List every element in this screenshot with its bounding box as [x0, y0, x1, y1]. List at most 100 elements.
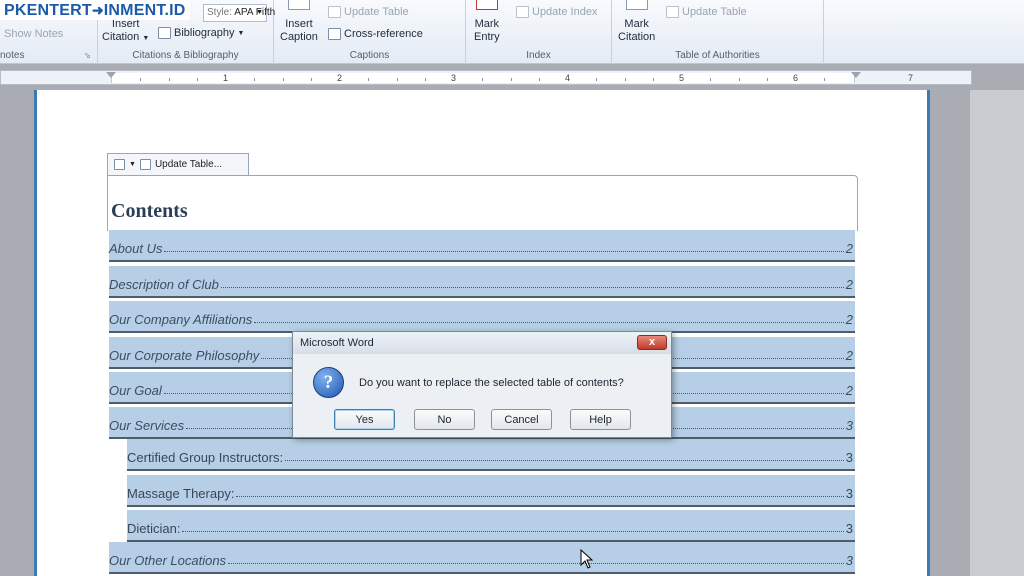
cancel-button[interactable]: Cancel — [491, 409, 552, 430]
insert-caption-label-2: Caption — [280, 31, 318, 43]
ruler-tick — [539, 78, 540, 81]
ruler-number: 1 — [223, 73, 229, 83]
toc-entry[interactable]: Certified Group Instructors: 3 — [127, 439, 855, 471]
toc-entry-text: Our Company Affiliations — [109, 312, 253, 327]
toc-entry-page: 2 — [845, 241, 853, 256]
toc-entry-page: 2 — [845, 312, 853, 327]
show-notes-button[interactable]: Show Notes — [4, 28, 63, 40]
chevron-down-icon[interactable]: ▼ — [129, 161, 136, 168]
ruler-tick — [283, 78, 284, 81]
toc-title: Contents — [111, 200, 188, 222]
toc-entry-text: Our Services — [109, 418, 185, 433]
toc-leader — [228, 563, 844, 564]
mark-entry-button[interactable]: Mark Entry — [474, 0, 500, 44]
dialog-title: Microsoft Word — [300, 337, 374, 349]
ruler-tick — [425, 78, 426, 81]
update-table-authorities-label: Update Table — [682, 6, 747, 18]
yes-button[interactable]: Yes — [334, 409, 395, 430]
ruler-tick — [653, 78, 654, 81]
group-label-citations: Citations & Bibliography — [132, 50, 239, 61]
toc-update-label[interactable]: Update Table... — [155, 159, 222, 170]
ruler-tick — [596, 78, 597, 81]
ruler-number: 3 — [451, 73, 457, 83]
mark-citation-icon — [625, 0, 648, 10]
ruler-tick — [767, 78, 768, 81]
no-button[interactable]: No — [414, 409, 475, 430]
ruler-number: 5 — [679, 73, 685, 83]
toc-leader — [164, 251, 844, 252]
show-notes-label: Show Notes — [4, 28, 64, 40]
document-scroll-area[interactable] — [970, 90, 1024, 576]
update-table-captions-button[interactable]: Update Table — [328, 6, 409, 18]
right-indent-marker[interactable] — [851, 72, 861, 78]
bibliography-button[interactable]: Bibliography ▼ — [158, 27, 244, 39]
toc-entry[interactable]: Our Other Locations 3 — [109, 542, 855, 574]
question-icon: ? — [313, 367, 344, 398]
toc-entry[interactable]: Massage Therapy: 3 — [127, 475, 855, 507]
toc-leader — [220, 287, 844, 288]
toc-entry[interactable]: Our Company Affiliations 2 — [109, 301, 855, 333]
toc-leader — [182, 531, 844, 532]
ruler-tick — [140, 78, 141, 81]
watermark-text: PKENTERT — [4, 2, 92, 19]
toc-update-tab[interactable]: ▼ Update Table... — [107, 153, 249, 175]
ruler-tick — [511, 78, 512, 81]
citation-style-select[interactable]: Style: APA Fifth ▼ — [203, 4, 275, 22]
mark-citation-label-1: Mark — [624, 18, 649, 30]
cross-reference-button[interactable]: Cross-reference — [328, 28, 423, 40]
ruler-tick — [311, 78, 312, 81]
toc-entry-page: 2 — [845, 348, 853, 363]
ruler-tick — [368, 78, 369, 81]
close-icon[interactable]: x — [637, 335, 667, 350]
first-line-indent-marker[interactable] — [106, 72, 116, 78]
toc-entry-page: 2 — [845, 277, 853, 292]
arrow-icon: ➜ — [91, 2, 104, 18]
help-button[interactable]: Help — [570, 409, 631, 430]
toc-menu-icon[interactable] — [114, 159, 125, 170]
update-index-button[interactable]: Update Index — [516, 6, 597, 18]
toc-entry-page: 3 — [845, 553, 853, 568]
insert-citation-button[interactable]: Insert Citation ▼ — [102, 18, 149, 45]
toc-entry-text: Description of Club — [109, 277, 219, 292]
dialog-message: Do you want to replace the selected tabl… — [359, 377, 624, 389]
replace-toc-dialog: Microsoft Word x ? Do you want to replac… — [292, 331, 672, 438]
toc-leader — [285, 460, 844, 461]
ruler-tick — [197, 78, 198, 81]
insert-caption-label-1: Insert — [285, 18, 313, 30]
horizontal-ruler[interactable]: 1 2 3 4 5 6 7 — [0, 70, 972, 85]
update-index-icon — [516, 6, 529, 18]
toc-leader — [254, 322, 844, 323]
update-table-authorities-button[interactable]: Update Table — [666, 6, 747, 18]
toc-entry-text: Massage Therapy: — [127, 486, 235, 501]
toc-entry[interactable]: Description of Club 2 — [109, 266, 855, 298]
toc-entry[interactable]: Dietician: 3 — [127, 510, 855, 542]
update-index-label: Update Index — [532, 6, 598, 18]
dialog-launcher-icon[interactable]: ⬂ — [84, 51, 91, 60]
toc-entry-text: About Us — [109, 241, 163, 256]
update-table-icon — [666, 6, 679, 18]
ruler-text-area: 1 2 3 4 5 6 — [111, 73, 855, 83]
mark-citation-button[interactable]: Mark Citation — [618, 0, 655, 44]
mouse-cursor-icon — [580, 549, 594, 569]
toc-content-control — [107, 175, 858, 231]
toc-entry-page: 3 — [845, 486, 853, 501]
chevron-down-icon: ▼ — [256, 9, 263, 16]
insert-caption-button[interactable]: Insert Caption — [280, 0, 318, 44]
insert-citation-label-2: Citation ▼ — [102, 31, 150, 43]
mark-entry-icon — [475, 0, 498, 10]
ruler-tick — [169, 78, 170, 81]
toc-entry-text: Our Other Locations — [109, 553, 227, 568]
mark-entry-label-2: Entry — [474, 31, 500, 43]
cross-reference-icon — [328, 28, 341, 40]
mark-entry-label-1: Mark — [474, 18, 500, 30]
dialog-title-bar[interactable]: Microsoft Word — [293, 332, 671, 354]
watermark: PKENTERT➜INMENT.ID — [0, 0, 190, 20]
watermark-text-2: INMENT.ID — [103, 2, 186, 19]
ruler-tick — [710, 78, 711, 81]
toc-entry[interactable]: About Us 2 — [109, 230, 855, 262]
ruler-tick — [824, 78, 825, 81]
ruler-number: 6 — [793, 73, 799, 83]
caption-icon — [287, 0, 310, 10]
citation-style-value: APA Fifth — [234, 7, 276, 18]
ruler-number: 2 — [337, 73, 343, 83]
